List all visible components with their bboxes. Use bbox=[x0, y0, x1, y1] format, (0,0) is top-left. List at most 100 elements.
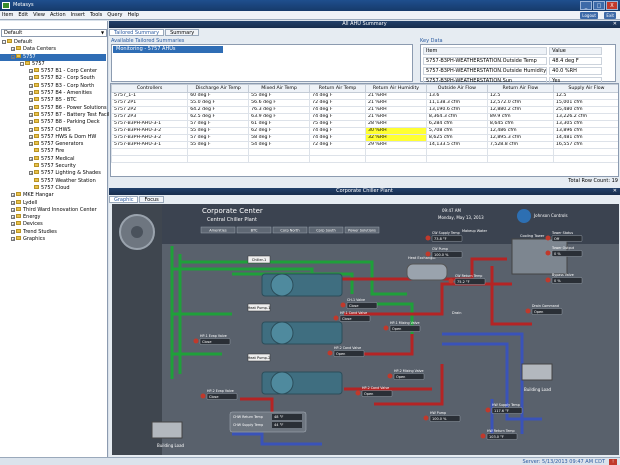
tree-item[interactable]: +5757 B6 - Power Solutions bbox=[0, 104, 107, 112]
menu-item[interactable]: Action bbox=[50, 12, 66, 18]
tree-item[interactable]: +5757 B5 - BTC bbox=[0, 97, 106, 104]
column-header[interactable]: Return Air Humidity bbox=[364, 84, 427, 93]
tree-item[interactable]: 5757 Cloud bbox=[0, 184, 106, 192]
table-row[interactable]: 5757_1-1 60 deg F 55 deg F 74 deg F 21 %RH 13… bbox=[111, 91, 618, 100]
zoom-control-center[interactable] bbox=[131, 226, 143, 238]
tree-item[interactable]: +5757 Generators bbox=[0, 141, 106, 148]
expand-icon[interactable]: + bbox=[11, 200, 15, 205]
tab-graphic[interactable]: Graphic bbox=[109, 196, 139, 203]
expand-icon[interactable]: + bbox=[11, 215, 15, 220]
tree-item[interactable]: - 5757 bbox=[0, 60, 106, 68]
valve-icon[interactable] bbox=[387, 373, 393, 379]
tree-item[interactable]: +5757 B8 - Parking Deck bbox=[0, 119, 106, 126]
expand-icon[interactable]: + bbox=[29, 171, 33, 176]
tab-summary[interactable]: Summary bbox=[165, 29, 200, 36]
table-row[interactable]: 5757-B3PH-AHU-3-1 55 deg F 54 deg F 72 deg … bbox=[111, 140, 618, 149]
valve-icon[interactable] bbox=[448, 278, 454, 284]
tree-item[interactable]: 5757 Security bbox=[0, 163, 106, 170]
tab-focus[interactable]: Focus bbox=[139, 196, 164, 203]
tree-item[interactable]: + Data Centers bbox=[0, 46, 106, 53]
expand-icon[interactable]: + bbox=[11, 207, 15, 212]
expand-icon[interactable]: + bbox=[29, 105, 33, 110]
valve-icon[interactable] bbox=[525, 308, 531, 314]
expand-icon[interactable]: + bbox=[29, 156, 33, 161]
tree-item[interactable]: + Devices bbox=[0, 221, 106, 228]
tree-item[interactable]: +5757 B3 - Corp North bbox=[0, 82, 106, 90]
expand-icon[interactable]: + bbox=[29, 69, 33, 74]
expand-icon[interactable]: - bbox=[20, 61, 24, 66]
expand-icon[interactable]: + bbox=[11, 222, 15, 227]
minimize-button[interactable]: _ bbox=[580, 1, 592, 10]
close-panel-icon[interactable]: ✕ bbox=[613, 188, 617, 195]
logout-button[interactable]: Logout bbox=[580, 12, 598, 19]
valve-icon[interactable] bbox=[383, 325, 389, 331]
menu-item[interactable]: Insert bbox=[71, 12, 85, 18]
column-header[interactable]: Return Air Flow bbox=[486, 84, 554, 93]
valve-icon[interactable] bbox=[485, 407, 491, 413]
expand-icon[interactable]: + bbox=[11, 237, 15, 242]
exit-button[interactable]: Exit bbox=[604, 12, 616, 19]
expand-icon[interactable]: + bbox=[29, 83, 33, 88]
expand-icon[interactable]: + bbox=[29, 134, 33, 139]
maximize-button[interactable]: □ bbox=[593, 1, 605, 10]
column-header[interactable]: Discharge Air Temp bbox=[187, 84, 250, 93]
expand-icon[interactable]: + bbox=[29, 98, 33, 103]
tree-item[interactable]: +5757 Lighting & Shades bbox=[0, 170, 106, 177]
table-row[interactable]: 5757-B3PH-AHU-3-2 55 deg F 62 deg F 74 deg … bbox=[111, 126, 618, 135]
valve-icon[interactable] bbox=[425, 251, 431, 257]
valve-icon[interactable] bbox=[200, 393, 206, 399]
table-row[interactable]: 5757 2P3 62.5 deg F 63.9 deg F 74 deg F 21 %… bbox=[111, 112, 618, 121]
tree-item[interactable]: + Energy bbox=[0, 214, 106, 221]
table-row[interactable]: 5757 2P2 64.2 deg F 76.3 deg F 74 deg F 21 %… bbox=[111, 105, 618, 114]
expand-icon[interactable]: + bbox=[29, 127, 33, 132]
menu-item[interactable]: Help bbox=[128, 12, 139, 18]
tree-item[interactable]: +5757 B4 - Amenities bbox=[0, 90, 106, 97]
valve-icon[interactable] bbox=[193, 338, 199, 344]
tree-item[interactable]: - Default bbox=[0, 39, 106, 46]
tree-item[interactable]: +5757 CHWS bbox=[0, 126, 106, 134]
tree-item[interactable]: +5757 B7 - Battery Test Facilities bbox=[0, 111, 120, 119]
tree-item[interactable]: + Trend Studies bbox=[0, 228, 106, 236]
valve-icon[interactable] bbox=[423, 415, 429, 421]
table-row[interactable]: 5757-B3PH-AHU-3-1 57 deg F 61 deg F 75 deg … bbox=[111, 119, 618, 128]
valve-icon[interactable] bbox=[545, 277, 551, 283]
valve-icon[interactable] bbox=[545, 250, 551, 256]
tree-item[interactable]: - 5757 bbox=[0, 53, 106, 61]
menu-item[interactable]: View bbox=[33, 12, 45, 18]
tree-item[interactable]: +5757 Medical bbox=[0, 155, 106, 163]
expand-icon[interactable]: - bbox=[11, 54, 15, 59]
close-button[interactable]: X bbox=[606, 1, 618, 10]
tree-item[interactable]: + Graphics bbox=[0, 236, 106, 243]
expand-icon[interactable]: + bbox=[29, 76, 33, 81]
column-header[interactable]: Controllers bbox=[111, 84, 189, 93]
menu-item[interactable]: Edit bbox=[18, 12, 28, 18]
column-header[interactable]: Supply Air Flow bbox=[552, 84, 618, 93]
expand-icon[interactable]: + bbox=[11, 229, 15, 234]
tree-item[interactable]: +5757 HWS & Dom HW bbox=[0, 133, 106, 141]
column-header[interactable]: Outside Air Flow bbox=[425, 84, 488, 93]
expand-icon[interactable]: + bbox=[11, 47, 15, 52]
tree-item[interactable]: 5757 Fire bbox=[0, 148, 106, 155]
table-row[interactable]: 5757 2P1 55.0 deg F 56.6 deg F 72 deg F 21 %… bbox=[111, 98, 618, 107]
column-header[interactable]: Mixed Air Temp bbox=[248, 84, 311, 93]
tree-item[interactable]: + Third Ward Innovation Center bbox=[0, 206, 106, 214]
tab-tailored-summary[interactable]: Tailored Summary bbox=[109, 29, 165, 36]
table-row[interactable]: 5757-B3PH-AHU-3-2 57 deg F 58 deg F 74 deg … bbox=[111, 133, 618, 142]
expand-icon[interactable]: + bbox=[11, 193, 15, 198]
expand-icon[interactable]: + bbox=[29, 142, 33, 147]
expand-icon[interactable]: - bbox=[2, 40, 6, 44]
valve-icon[interactable] bbox=[425, 235, 431, 241]
valve-icon[interactable] bbox=[327, 350, 333, 356]
valve-icon[interactable] bbox=[545, 235, 551, 241]
expand-icon[interactable]: + bbox=[29, 112, 33, 117]
valve-icon[interactable] bbox=[333, 315, 339, 321]
valve-icon[interactable] bbox=[480, 433, 486, 439]
tree-item[interactable]: + Lydell bbox=[0, 199, 106, 207]
tree-item[interactable]: 5757 Weather Station bbox=[0, 177, 106, 185]
valve-icon[interactable] bbox=[340, 302, 346, 308]
valve-icon[interactable] bbox=[355, 390, 361, 396]
expand-icon[interactable]: + bbox=[29, 120, 33, 125]
menu-item[interactable]: Item bbox=[2, 12, 13, 18]
close-panel-icon[interactable]: ✕ bbox=[613, 21, 617, 28]
navigation-selector[interactable]: Default ▼ bbox=[1, 29, 107, 37]
